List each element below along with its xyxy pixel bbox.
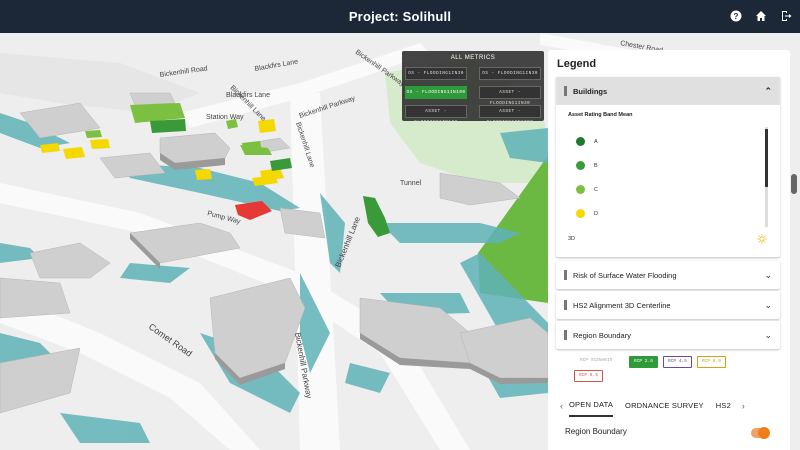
legend-item-d: D: [576, 209, 598, 218]
legend-section-region-boundary-label: Region Boundary: [573, 330, 631, 340]
header-actions: ?: [728, 8, 794, 24]
legend-section-region-boundary-header[interactable]: Region Boundary ⌄: [556, 321, 780, 349]
swatch-a: [576, 137, 585, 146]
band-title: Asset Rating Band Mean: [568, 112, 633, 118]
help-icon[interactable]: ?: [728, 8, 744, 24]
legend-section-buildings-label: Buildings: [573, 86, 608, 96]
chevron-down-icon: ⌄: [764, 270, 772, 280]
chevron-up-icon: ⌃: [764, 86, 772, 96]
metric-button-asset-flooding-1in100[interactable]: ASSET - FLOODING1IN100: [405, 105, 467, 125]
metric-button-os-flooding-1in100[interactable]: OS - FLOODING1IN100: [405, 86, 467, 99]
legend-item-a: A: [576, 137, 598, 146]
legend-section-buildings: Buildings ⌃ Asset Rating Band Mean A B C…: [556, 77, 780, 257]
road-label-tunnel: Tunnel: [400, 180, 422, 187]
sun-icon[interactable]: [757, 234, 767, 244]
legend-scroll-thumb[interactable]: [765, 129, 768, 187]
road-label-pump-way: Pump Way: [206, 210, 241, 226]
legend-item-label: C: [594, 186, 598, 193]
section-marker: [564, 270, 567, 280]
chevron-left-icon[interactable]: ‹: [560, 401, 563, 411]
layer-toggle-label: Region Boundary: [565, 427, 627, 436]
metric-button-asset-flooding-1in30[interactable]: ASSET - FLOODING1IN30: [479, 86, 541, 106]
metrics-buttons: OS - FLOODING1IN30 OS - FLOODING1IN30 OS…: [402, 61, 544, 125]
section-marker: [564, 330, 567, 340]
chevron-down-icon: ⌄: [764, 330, 772, 340]
chevron-down-icon: ⌄: [764, 300, 772, 310]
home-icon[interactable]: [753, 8, 769, 24]
chevron-right-icon[interactable]: ›: [742, 401, 745, 411]
legend-item-label: D: [594, 210, 598, 217]
swatch-b: [576, 161, 585, 170]
legend-section-hs2-alignment-label: HS2 Alignment 3D Centerline: [573, 300, 671, 310]
metrics-panel: ALL METRICS OS - FLOODING1IN30 OS - FLOO…: [402, 51, 544, 125]
legend-section-surface-water[interactable]: Risk of Surface Water Flooding ⌄: [556, 261, 780, 289]
road-label-blackfirs-lane-2: Blackfirs Lane: [254, 58, 299, 73]
legend-section-buildings-header[interactable]: Buildings ⌃: [556, 77, 780, 105]
legend-section-hs2-alignment-header[interactable]: HS2 Alignment 3D Centerline ⌄: [556, 291, 780, 319]
legend-section-surface-water-header[interactable]: Risk of Surface Water Flooding ⌄: [556, 261, 780, 289]
svg-text:?: ?: [734, 12, 739, 21]
road-label-station-way: Station Way: [206, 114, 244, 121]
legend-item-b: B: [576, 161, 598, 170]
legend-item-label: A: [594, 138, 598, 145]
road-label-comet-road: Comet Road: [147, 321, 194, 358]
metric-button-os-flooding-1in30-b[interactable]: OS - FLOODING1IN30: [479, 67, 541, 80]
metric-button-asset-flooding-1in1000[interactable]: ASSET - FLOODING1IN1000: [479, 105, 541, 125]
rcp-4-5-button[interactable]: RCP 4.5: [663, 356, 692, 368]
legend-section-region-boundary[interactable]: Region Boundary ⌄: [556, 321, 780, 349]
logout-icon[interactable]: [778, 8, 794, 24]
road-label-bickenhill-road: Bickenhill Road: [159, 65, 208, 79]
toggle-knob: [758, 427, 770, 439]
rcp-2-6-button[interactable]: RCP 2.6: [629, 356, 658, 368]
legend-section-hs2-alignment[interactable]: HS2 Alignment 3D Centerline ⌄: [556, 291, 780, 319]
metric-button-os-flooding-1in30-a[interactable]: OS - FLOODING1IN30: [405, 67, 467, 80]
legend-panel: Legend Buildings ⌃ Asset Rating Band Mea…: [548, 50, 790, 450]
swatch-d: [576, 209, 585, 218]
rcp-8-5-button[interactable]: RCP 8.5: [574, 370, 603, 382]
region-boundary-toggle[interactable]: [751, 427, 770, 439]
legend-item-c: C: [576, 185, 598, 194]
rcp-6-0-button[interactable]: RCP 6.0: [697, 356, 726, 368]
swatch-c: [576, 185, 585, 194]
app-header: Project: Solihull ?: [0, 0, 800, 33]
tab-hs2[interactable]: HS2: [716, 396, 738, 416]
mode-label: 3D: [568, 236, 576, 242]
section-marker: [564, 300, 567, 310]
tab-open-data[interactable]: OPEN DATA: [569, 395, 614, 417]
tab-ordnance-survey[interactable]: ORDNANCE SURVEY: [625, 396, 704, 416]
data-source-tabs: ‹ OPEN DATA ORDNANCE SURVEY HS2 ›: [560, 395, 780, 417]
section-marker: [564, 86, 567, 96]
legend-title: Legend: [557, 58, 597, 70]
panel-scrollbar[interactable]: [791, 174, 797, 194]
legend-section-surface-water-label: Risk of Surface Water Flooding: [573, 270, 677, 280]
legend-item-label: B: [594, 162, 598, 169]
rcp-scenario-label: RCP SCENARIO: [580, 358, 613, 363]
page-title: Project: Solihull: [348, 9, 452, 24]
